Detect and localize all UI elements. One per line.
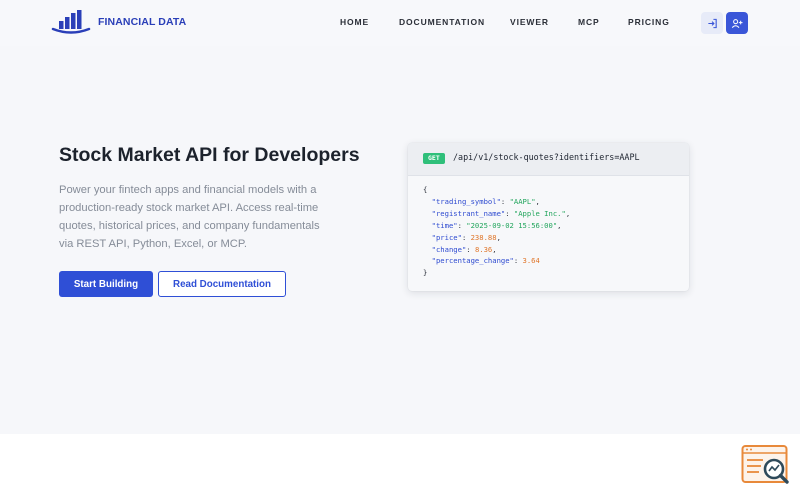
site-header: FINANCIAL DATA HOME DOCUMENTATION VIEWER… [0,0,800,46]
signup-button[interactable] [726,12,748,34]
json-value: "2025-09-02 15:56:00" [466,220,558,230]
json-key: "trading_symbol" [431,196,501,206]
json-value: "Apple Inc." [513,208,566,218]
nav-mcp[interactable]: MCP [578,17,600,27]
nav-documentation[interactable]: DOCUMENTATION [399,17,485,27]
json-key: "price" [431,232,462,242]
api-endpoint: /api/v1/stock-quotes?identifiers=AAPL [453,152,640,162]
json-response: { "trading_symbol": "AAPL", "registrant_… [423,185,571,278]
next-section [0,434,800,500]
code-header: GET /api/v1/stock-quotes?identifiers=AAP… [408,143,689,176]
json-key: "percentage_change" [431,256,514,266]
json-key: "time" [431,220,458,230]
search-chart-icon [741,445,789,484]
json-value: 238.88 [470,232,497,242]
read-documentation-button[interactable]: Read Documentation [158,271,286,297]
json-open-brace: { [423,185,428,194]
start-building-button[interactable]: Start Building [59,271,153,297]
hero-description: Power your fintech apps and financial mo… [59,184,320,250]
floating-search-widget[interactable] [741,444,791,488]
login-button[interactable] [701,12,723,34]
nav-home[interactable]: HOME [340,17,369,27]
login-icon [707,18,717,28]
main-nav: HOME DOCUMENTATION VIEWER MCP PRICING [0,17,800,29]
nav-viewer[interactable]: VIEWER [510,17,549,27]
hero-title: Stock Market API for Developers [59,144,360,166]
json-key: "change" [431,244,467,254]
nav-pricing[interactable]: PRICING [628,17,670,27]
json-key: "registrant_name" [431,208,506,218]
hero-section: Stock Market API for Developers Power yo… [0,46,800,434]
api-code-example: GET /api/v1/stock-quotes?identifiers=AAP… [408,143,689,291]
json-value: 3.64 [522,256,540,266]
http-method-badge: GET [423,153,445,164]
user-plus-icon [731,18,743,28]
json-close-brace: } [423,268,428,278]
json-value: "AAPL" [509,196,536,206]
json-value: 8.36 [474,244,493,254]
